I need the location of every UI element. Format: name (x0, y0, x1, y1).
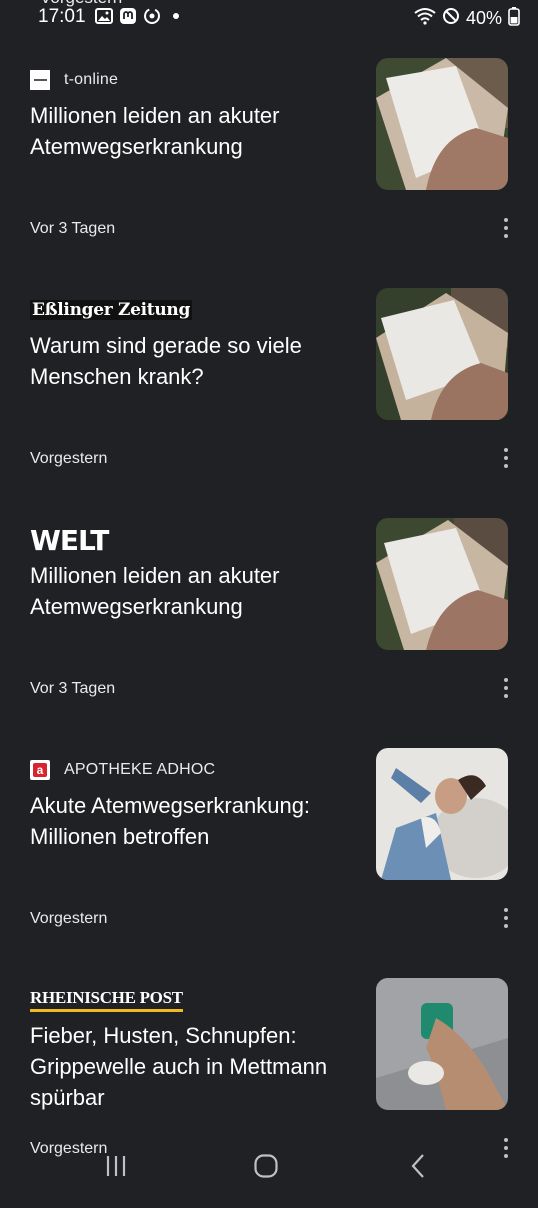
source-name: APOTHEKE ADHOC (64, 761, 216, 778)
home-icon[interactable] (246, 1148, 286, 1184)
wifi-icon (414, 7, 436, 30)
source-logo: WELT (30, 523, 109, 557)
status-time: 17:01 (38, 6, 86, 27)
article-thumbnail[interactable] (376, 58, 508, 190)
article-time: Vor 3 Tagen (30, 680, 116, 697)
mastodon-icon (119, 7, 137, 25)
source-row: Eßlinger Zeitung (30, 300, 193, 320)
source-name: t-online (64, 71, 119, 88)
article-headline[interactable]: Akute Atemwegserkrankung: Millionen betr… (30, 790, 360, 852)
article-headline[interactable]: Warum sind gerade so viele Menschen kran… (30, 330, 360, 392)
status-bar: Vorgestern 17:01 40% (0, 0, 538, 32)
system-navigation-bar (0, 1140, 538, 1200)
article-thumbnail[interactable] (376, 978, 508, 1110)
article-card[interactable]: t-online Millionen leiden an akuter Atem… (0, 58, 538, 288)
article-headline[interactable]: Fieber, Husten, Schnupfen: Grippewelle a… (30, 1020, 360, 1113)
back-icon[interactable] (398, 1148, 438, 1184)
sync-icon (143, 7, 161, 25)
image-icon (95, 7, 113, 25)
battery-level: 40% (465, 8, 502, 28)
source-row: t-online (30, 70, 118, 90)
article-time: Vorgestern (30, 910, 108, 927)
source-logo: RHEINISCHE POST (30, 988, 183, 1012)
source-row: RHEINISCHE POST (30, 988, 183, 1012)
article-time: Vor 3 Tagen (30, 220, 116, 237)
article-card[interactable]: a APOTHEKE ADHOC Akute Atemwegserkrankun… (0, 748, 538, 978)
source-row: WELT (30, 524, 109, 557)
article-card[interactable]: Eßlinger Zeitung Warum sind gerade so vi… (0, 288, 538, 518)
recents-icon[interactable] (96, 1148, 136, 1184)
more-options-button[interactable] (496, 212, 516, 244)
article-headline[interactable]: Millionen leiden an akuter Atemwegserkra… (30, 100, 360, 162)
battery-icon (508, 6, 520, 31)
notification-dot-icon (173, 13, 179, 19)
more-options-button[interactable] (496, 902, 516, 934)
article-time: Vorgestern (30, 450, 108, 467)
source-row: a APOTHEKE ADHOC (30, 760, 215, 780)
article-thumbnail[interactable] (376, 748, 508, 880)
do-not-disturb-icon (442, 7, 460, 30)
t-online-logo-icon (30, 70, 50, 90)
more-options-button[interactable] (496, 442, 516, 474)
apotheke-adhoc-logo-icon: a (30, 760, 50, 780)
article-thumbnail[interactable] (376, 518, 508, 650)
article-headline[interactable]: Millionen leiden an akuter Atemwegserkra… (30, 560, 360, 622)
article-thumbnail[interactable] (376, 288, 508, 420)
source-logo: Eßlinger Zeitung (30, 300, 193, 320)
article-card[interactable]: WELT Millionen leiden an akuter Atemwegs… (0, 518, 538, 748)
more-options-button[interactable] (496, 672, 516, 704)
